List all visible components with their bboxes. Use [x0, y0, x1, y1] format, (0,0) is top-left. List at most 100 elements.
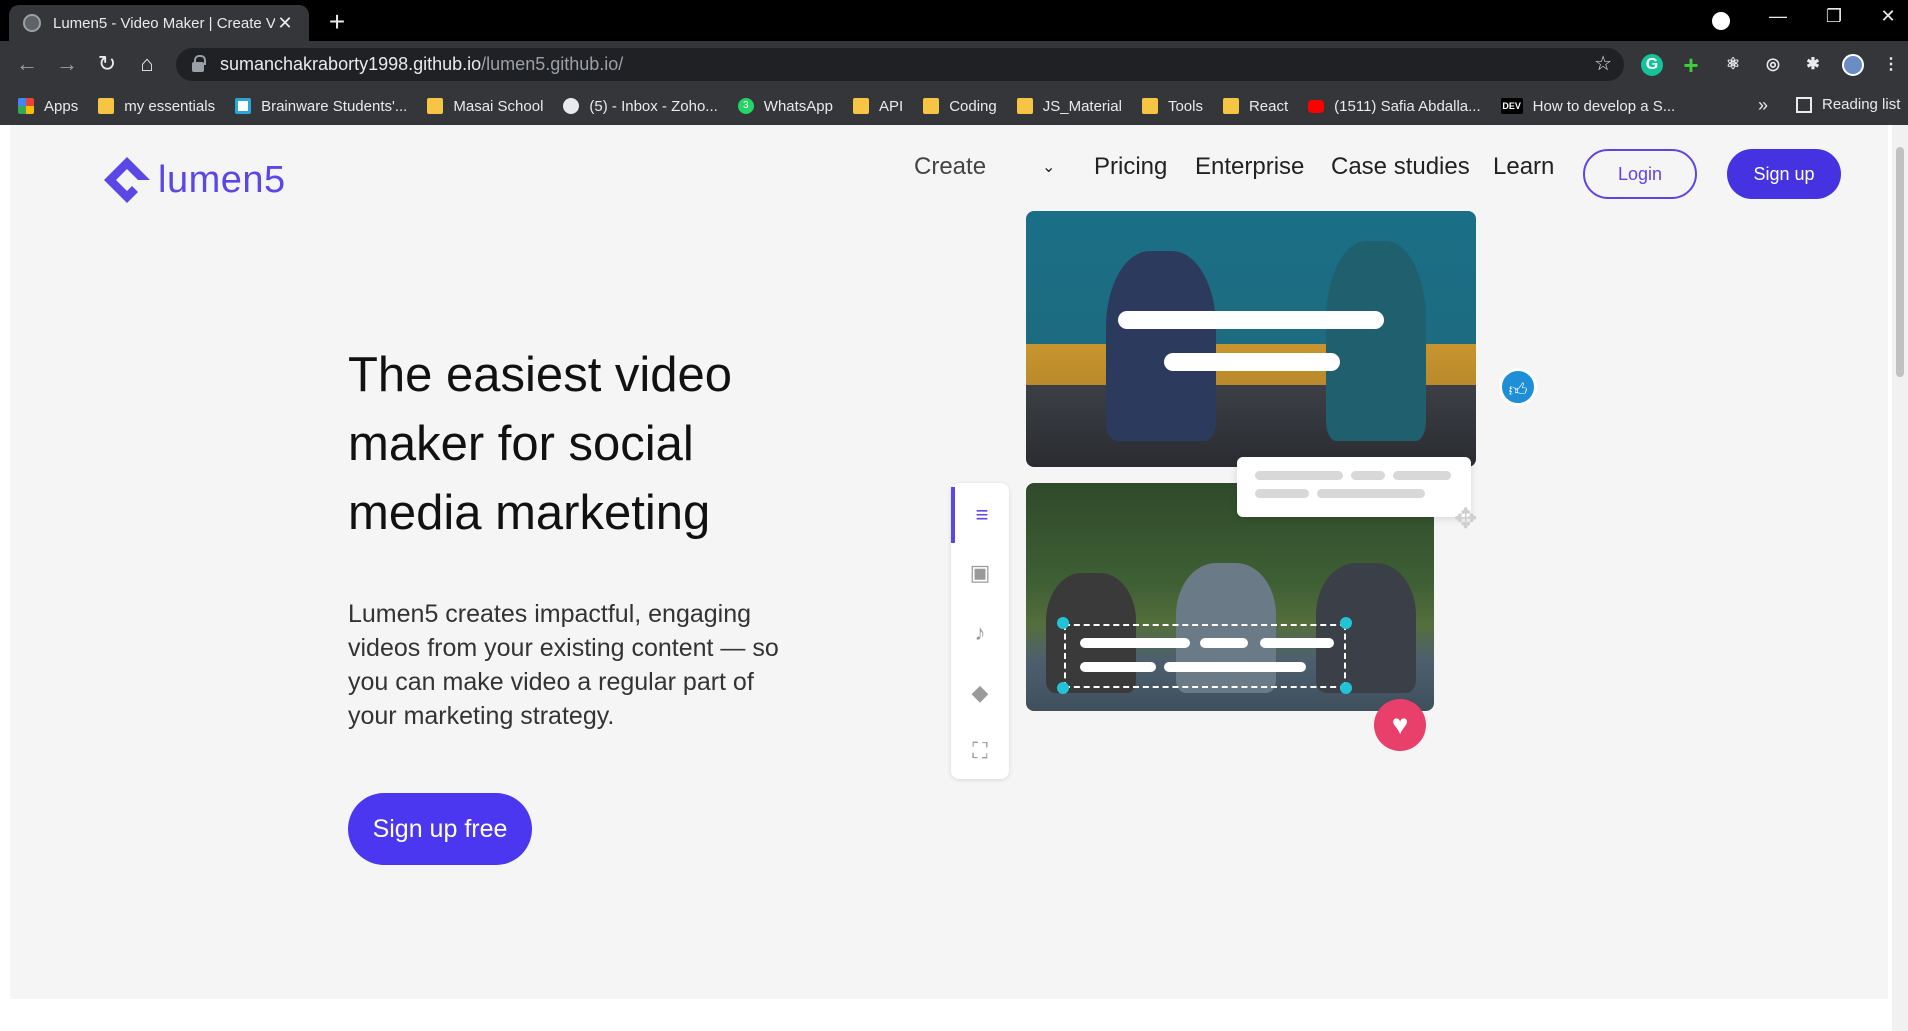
style-tool-icon[interactable]: ◆ — [951, 665, 1009, 721]
bookmark-react[interactable]: React — [1222, 97, 1289, 115]
caption-card — [1237, 457, 1471, 517]
nav-enterprise[interactable]: Enterprise — [1195, 153, 1304, 181]
heart-icon: ♥ — [1374, 699, 1426, 751]
bookmark-label: Apps — [44, 97, 79, 115]
nav-case-studies[interactable]: Case studies — [1331, 153, 1470, 181]
music-tool-icon[interactable]: ♪ — [951, 605, 1009, 661]
bookmark-coding[interactable]: Coding — [923, 98, 997, 115]
reading-list-label: Reading list — [1822, 96, 1901, 113]
browser-menu-icon[interactable]: ⋮ — [1880, 54, 1902, 76]
bookmarks-overflow-icon[interactable]: » — [1758, 95, 1768, 116]
nav-create-label: Create — [914, 153, 987, 180]
reading-list-button[interactable]: Reading list — [1796, 96, 1900, 113]
folder-icon — [923, 98, 940, 114]
caption-line — [1164, 353, 1340, 371]
bookmark-masai-school[interactable]: Masai School — [427, 98, 543, 115]
page-below-fold — [0, 999, 1892, 1031]
bookmark-label: my essentials — [124, 97, 216, 115]
resize-handle[interactable] — [1057, 617, 1069, 629]
nav-pricing[interactable]: Pricing — [1094, 153, 1167, 181]
resize-handle[interactable] — [1340, 682, 1352, 694]
bookmarks-bar: Apps my essentials Brainware Students'..… — [0, 87, 1908, 125]
text-selection-box[interactable] — [1064, 624, 1346, 688]
forward-icon[interactable]: → — [52, 49, 82, 79]
bookmark-label: How to develop a S... — [1532, 97, 1676, 115]
bookmark-label: Masai School — [453, 97, 544, 115]
brainware-icon — [235, 98, 252, 114]
bookmark-star-icon[interactable]: ☆ — [1594, 51, 1612, 76]
nav-create-dropdown[interactable]: Create ⌄ — [914, 153, 1055, 181]
person-figure — [1106, 251, 1216, 441]
folder-icon — [853, 98, 869, 114]
login-button[interactable]: Login — [1583, 149, 1697, 199]
resize-handle[interactable] — [1340, 617, 1352, 629]
scrollbar-thumb[interactable] — [1896, 147, 1904, 377]
dev-icon: DEV — [1500, 98, 1523, 114]
react-devtools-icon[interactable]: ⚛ — [1722, 54, 1744, 76]
restore-icon[interactable]: ❐ — [1816, 6, 1852, 27]
extensions-puzzle-icon[interactable]: ✱ — [1802, 54, 1824, 76]
placeholder-line — [1351, 471, 1385, 480]
whatsapp-icon: 3 — [737, 98, 754, 114]
profile-avatar[interactable] — [1842, 54, 1864, 76]
close-icon[interactable]: ✕ — [275, 13, 295, 34]
browser-tab[interactable]: Lumen5 - Video Maker | Create V ✕ — [9, 5, 309, 41]
caption-line — [1080, 638, 1190, 648]
record-extension-icon[interactable]: ◎ — [1762, 54, 1784, 76]
person-figure — [1326, 241, 1426, 441]
nav-learn[interactable]: Learn — [1493, 153, 1554, 181]
address-bar[interactable]: sumanchakraborty1998.github.io/lumen5.gi… — [176, 48, 1624, 81]
caption-line — [1118, 311, 1384, 329]
browser-tab-strip: Lumen5 - Video Maker | Create V ✕ + — ❐ … — [0, 0, 1908, 41]
profile-menu-icon[interactable] — [1712, 12, 1730, 30]
bookmark-js-material[interactable]: JS_Material — [1016, 97, 1122, 115]
bookmark-my-essentials[interactable]: my essentials — [98, 98, 215, 115]
bookmark-whatsapp[interactable]: 3 WhatsApp — [737, 98, 833, 115]
url-host: sumanchakraborty1998.github.io — [220, 54, 482, 74]
bookmark-label: React — [1248, 97, 1289, 115]
grammarly-icon[interactable]: G — [1641, 54, 1663, 76]
hero-title: The easiest video maker for social media… — [348, 348, 733, 540]
page-viewport: lumen5 Create ⌄ Pricing Enterprise Case … — [10, 125, 1888, 999]
bookmark-label: JS_Material — [1042, 97, 1122, 115]
bookmark-zoho-inbox[interactable]: (5) - Inbox - Zoho... — [563, 98, 718, 115]
youtube-icon — [1308, 99, 1325, 113]
new-tab-button[interactable]: + — [322, 6, 352, 38]
home-icon[interactable]: ⌂ — [132, 49, 162, 79]
lock-icon[interactable] — [192, 54, 206, 72]
hero-photo-meeting — [1026, 211, 1476, 467]
browser-toolbar: ← → ↻ ⌂ sumanchakraborty1998.github.io/l… — [0, 41, 1908, 87]
folder-icon — [1016, 98, 1033, 114]
back-icon[interactable]: ← — [12, 49, 42, 79]
reload-icon[interactable]: ↻ — [92, 49, 122, 79]
lumen5-logo[interactable]: lumen5 — [102, 155, 286, 205]
folder-icon — [1222, 98, 1239, 114]
move-icon[interactable]: ✥ — [1454, 502, 1477, 535]
apps-grid-icon — [18, 98, 34, 114]
plus-extension-icon[interactable]: + — [1680, 52, 1702, 78]
text-tool-icon[interactable]: ≡ — [951, 487, 1009, 543]
bookmark-youtube[interactable]: (1511) Safia Abdalla... — [1308, 97, 1481, 115]
caption-line — [1164, 662, 1306, 672]
hero-description: Lumen5 creates impactful, engaging video… — [348, 600, 779, 730]
bookmark-tools[interactable]: Tools — [1141, 98, 1203, 115]
signup-button[interactable]: Sign up — [1727, 149, 1841, 199]
bookmark-apps[interactable]: Apps — [18, 98, 78, 115]
caption-line — [1260, 638, 1334, 648]
page-scrollbar[interactable] — [1892, 125, 1908, 1031]
url-path: /lumen5.github.io/ — [481, 54, 624, 74]
reading-list-icon — [1796, 96, 1812, 113]
bookmark-dev[interactable]: DEV How to develop a S... — [1500, 97, 1676, 115]
resize-handle[interactable] — [1057, 682, 1069, 694]
bookmark-label: Brainware Students'... — [261, 97, 408, 115]
image-tool-icon[interactable]: ▣ — [951, 545, 1009, 601]
window-close-icon[interactable]: ✕ — [1870, 6, 1906, 27]
signup-free-button[interactable]: Sign up free — [348, 793, 532, 865]
minimize-icon[interactable]: — — [1760, 6, 1796, 27]
bookmark-api[interactable]: API — [853, 98, 903, 115]
bookmark-brainware[interactable]: Brainware Students'... — [235, 98, 407, 115]
bookmark-label: (1511) Safia Abdalla... — [1334, 97, 1481, 115]
folder-icon — [427, 98, 444, 114]
logo-text: lumen5 — [158, 158, 286, 201]
format-tool-icon[interactable]: ⛶ — [951, 723, 1009, 779]
